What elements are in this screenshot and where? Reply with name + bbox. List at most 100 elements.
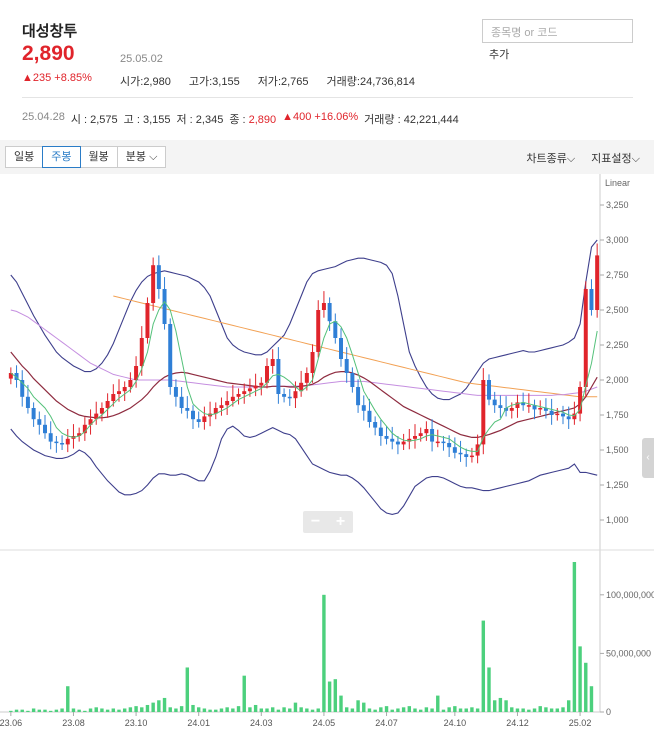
volume-bar — [71, 708, 76, 712]
volume-bar — [179, 706, 184, 712]
weekly-high-number: 3,155 — [142, 114, 171, 126]
volume-bar — [288, 708, 292, 712]
candle-body — [230, 396, 235, 401]
volume-bar — [242, 675, 246, 712]
volume-bar — [384, 706, 389, 712]
chart-toolbar: 일봉 주봉 월봉 분봉 ⌵ 차트종류⌵ 지표설정⌵ — [0, 140, 654, 174]
candle-body — [219, 405, 224, 408]
volume-bar — [214, 709, 218, 712]
y-tick-label: 1,250 — [606, 480, 629, 490]
volume-bar — [407, 706, 412, 712]
indicator-label: 지표설정 — [591, 153, 632, 165]
candle-body — [191, 410, 195, 420]
candle-body — [105, 401, 110, 408]
candle-body — [487, 380, 491, 400]
stock-search-input[interactable]: 종목명 or 코드 — [482, 19, 633, 43]
candle-body — [452, 447, 457, 453]
candle-body — [424, 429, 429, 434]
y-tick-label: 3,250 — [606, 200, 629, 210]
candle-body — [173, 387, 178, 397]
volume-bar — [151, 702, 155, 712]
candle-body — [469, 455, 474, 458]
volume-bar — [475, 708, 480, 712]
volume-bar — [265, 708, 269, 712]
indicator-menu[interactable]: 지표설정⌵ — [591, 150, 640, 166]
candle-body — [350, 373, 355, 387]
volume-bar — [185, 667, 190, 712]
zoom-out-button[interactable]: − — [303, 511, 328, 533]
zoom-in-button[interactable]: + — [328, 511, 353, 533]
candle-body — [168, 324, 173, 387]
weekly-open-number: 2,575 — [90, 114, 118, 126]
volume-number: 24,736,814 — [359, 76, 416, 88]
candle-body — [447, 443, 452, 448]
candle-body — [583, 289, 588, 387]
tab-monthly[interactable]: 월봉 — [79, 146, 118, 168]
volume-bar — [589, 686, 594, 712]
volume-bar — [111, 708, 116, 712]
volume-bar — [327, 681, 332, 712]
candle-body — [259, 382, 264, 386]
candle-body — [566, 416, 571, 420]
side-panel-toggle[interactable]: ‹ — [642, 438, 654, 478]
volume-bar — [549, 708, 554, 712]
volume-bar — [498, 697, 503, 712]
volume-bar — [293, 702, 298, 712]
daily-ohlc: 시가:2,980 고가:3,155 저가:2,765 거래량:24,736,81… — [120, 73, 415, 89]
weekly-volume: 거래량 : 42,221,444 — [364, 114, 459, 126]
candle-body — [321, 303, 326, 310]
open-number: 2,980 — [143, 76, 171, 88]
candle-body — [162, 289, 167, 324]
candle-body — [498, 405, 503, 408]
y-tick-label: 1,500 — [606, 445, 629, 455]
volume-bar — [270, 707, 275, 712]
volume-bar — [259, 708, 264, 712]
candle-body — [145, 303, 150, 338]
weekly-close: 종 : 2,890 — [229, 114, 277, 126]
volume-bar — [31, 708, 36, 712]
add-button[interactable]: 추가 — [489, 46, 509, 62]
volume-bar — [333, 679, 338, 712]
candle-body — [111, 394, 116, 401]
x-tick-label: 24.10 — [444, 718, 467, 728]
chart-options: 차트종류⌵ 지표설정⌵ — [526, 150, 640, 166]
stock-chart[interactable]: Linear 3,250 3,000 2,750 2,500 2,250 2,000 1,75… — [0, 174, 654, 746]
volume-bar — [418, 709, 423, 712]
high-number: 3,155 — [212, 76, 240, 88]
volume-bar — [447, 707, 451, 712]
candle-body — [293, 391, 298, 399]
candle-body — [151, 265, 156, 303]
volume-bar — [413, 708, 417, 712]
low-value: 저가:2,765 — [257, 76, 309, 88]
weekly-low: 저 : 2,345 — [176, 114, 224, 126]
tab-weekly[interactable]: 주봉 — [42, 146, 81, 168]
candle-body — [378, 427, 383, 436]
volume-bar — [458, 708, 463, 712]
tab-daily[interactable]: 일봉 — [5, 146, 44, 168]
volume-bar — [231, 708, 235, 712]
candle-body — [43, 424, 47, 434]
candle-body — [31, 408, 36, 420]
volume-bar — [122, 708, 127, 712]
volume-bar — [424, 707, 429, 712]
candle-body — [464, 454, 469, 457]
chevron-down-icon: ⌵ — [566, 153, 576, 165]
volume-bar — [470, 707, 474, 712]
candle-body — [316, 310, 321, 352]
volume-bar — [145, 704, 150, 712]
volume-bar — [299, 707, 303, 712]
volume-bar — [527, 709, 531, 712]
candle-body — [395, 441, 400, 445]
x-tick-label: 25.02 — [569, 718, 592, 728]
candle-body — [339, 338, 343, 359]
volume-bar — [162, 697, 167, 712]
volume-bar — [66, 686, 70, 712]
chart-type-menu[interactable]: 차트종류⌵ — [526, 150, 575, 166]
tab-minute[interactable]: 분봉 ⌵ — [116, 146, 167, 168]
weekly-volume-number: 42,221,444 — [403, 114, 459, 126]
candle-body — [25, 396, 30, 408]
weekly-open-label: 시 — [70, 114, 81, 126]
volume-bar — [510, 707, 514, 712]
candle-body — [196, 419, 201, 422]
current-price: 2,890 — [22, 42, 75, 65]
